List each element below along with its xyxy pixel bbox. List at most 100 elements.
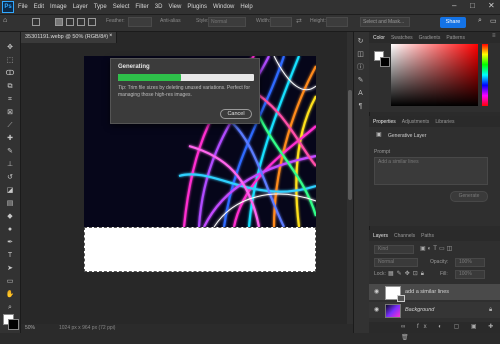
history-panel-icon[interactable]: ↻ [357, 38, 364, 45]
lasso-tool-icon[interactable]: ↀ [5, 70, 15, 78]
brush-tool-icon[interactable]: ✎ [5, 148, 15, 156]
generate-button[interactable]: Generate [450, 191, 488, 202]
document-info[interactable]: 1024 px x 964 px (72 ppi) [59, 324, 115, 333]
menu-window[interactable]: Window [213, 4, 234, 10]
add-selection-icon[interactable] [66, 18, 74, 26]
healing-brush-icon[interactable]: ✚ [5, 135, 15, 143]
info-panel-icon[interactable]: ⓘ [357, 64, 364, 71]
hue-slider[interactable] [482, 44, 488, 106]
menu-view[interactable]: View [168, 4, 181, 10]
prompt-label: Prompt [374, 149, 391, 155]
tab-patterns[interactable]: Patterns [446, 35, 465, 41]
new-selection-icon[interactable] [55, 18, 63, 26]
pen-tool-icon[interactable]: ✒ [5, 239, 15, 247]
dodge-tool-icon[interactable]: ● [5, 226, 15, 234]
menu-plugins[interactable]: Plugins [187, 4, 207, 10]
eraser-tool-icon[interactable]: ◪ [5, 187, 15, 195]
shape-tool-icon[interactable]: ▭ [5, 278, 15, 286]
close-tab-icon[interactable]: × [109, 33, 113, 39]
progress-fill [118, 74, 181, 81]
menu-image[interactable]: Image [50, 4, 67, 10]
minimize-icon[interactable]: – [452, 1, 456, 10]
menu-file[interactable]: File [18, 4, 28, 10]
workspace-icon[interactable]: ▭ [490, 17, 497, 25]
crop-tool-icon[interactable]: ⌗ [5, 96, 15, 104]
paragraph-panel-icon[interactable]: ¶ [357, 103, 364, 110]
opacity-input[interactable]: 100% [455, 258, 485, 267]
color-picker-field[interactable] [391, 44, 478, 106]
object-select-tool-icon[interactable]: ⧉ [5, 83, 15, 91]
marquee-tool-icon[interactable]: ⬚ [5, 57, 15, 65]
zoom-tool-icon[interactable]: ⌕ [5, 304, 15, 312]
layer-row-generative[interactable]: ◉ add a similar lines [369, 284, 500, 302]
visibility-eye-icon[interactable]: ◉ [374, 302, 379, 318]
menu-edit[interactable]: Edit [34, 4, 44, 10]
menu-select[interactable]: Select [113, 4, 130, 10]
feather-input[interactable] [128, 17, 152, 27]
tab-properties[interactable]: Properties [373, 119, 396, 125]
height-input[interactable] [326, 17, 348, 27]
menu-help[interactable]: Help [240, 4, 252, 10]
clone-stamp-icon[interactable]: ⊥ [5, 161, 15, 169]
tab-channels[interactable]: Channels [394, 233, 415, 239]
frame-tool-icon[interactable]: ⊠ [5, 109, 15, 117]
layers-footer-icons[interactable]: ∞ fx ◐ ▢ ▣ ✚ 🗑︎ [369, 322, 500, 341]
anti-alias-checkbox[interactable]: Anti-alias [160, 18, 181, 24]
tab-color[interactable]: Color [373, 35, 385, 41]
tab-adjustments[interactable]: Adjustments [402, 119, 430, 125]
share-button[interactable]: Share [440, 17, 466, 28]
select-and-mask-button[interactable]: Select and Mask... [360, 17, 410, 27]
type-tool-icon[interactable]: T [5, 252, 15, 260]
scrollbar-thumb[interactable] [348, 90, 352, 200]
width-input[interactable] [270, 17, 292, 27]
layer-row-background[interactable]: ◉ Background 🔒︎ [369, 302, 500, 318]
hand-tool-icon[interactable]: ✋ [5, 291, 15, 299]
maximize-icon[interactable]: □ [470, 1, 475, 10]
width-label: Width: [256, 18, 271, 24]
path-select-icon[interactable]: ➤ [5, 265, 15, 273]
tab-swatches[interactable]: Swatches [391, 35, 413, 41]
panel-menu-icon[interactable]: ≡ [492, 33, 496, 39]
tab-layers[interactable]: Layers [373, 233, 388, 239]
background-color-swatch[interactable] [8, 319, 19, 330]
menu-layer[interactable]: Layer [73, 4, 88, 10]
layer-name[interactable]: add a similar lines [405, 284, 449, 300]
swap-icon[interactable]: ⇄ [296, 17, 302, 25]
background-color-box[interactable] [380, 57, 390, 67]
tab-libraries[interactable]: Libraries [435, 119, 454, 125]
generating-dialog: Generating Tip: Trim file sizes by delet… [110, 58, 260, 124]
cancel-button[interactable]: Cancel [220, 109, 252, 119]
eyedropper-tool-icon[interactable]: ⟋ [5, 122, 15, 130]
tab-gradients[interactable]: Gradients [419, 35, 441, 41]
blur-tool-icon[interactable]: ◆ [5, 213, 15, 221]
history-brush-icon[interactable]: ↺ [5, 174, 15, 182]
search-icon[interactable]: ⌕ [478, 17, 482, 25]
style-select[interactable]: Normal [208, 17, 246, 27]
marquee-tool-icon[interactable] [32, 18, 40, 26]
character-panel-icon[interactable]: A [357, 90, 364, 97]
menu-type[interactable]: Type [94, 4, 107, 10]
move-tool-icon[interactable]: ✥ [5, 44, 15, 52]
layer-name[interactable]: Background [405, 302, 434, 318]
tab-paths[interactable]: Paths [421, 233, 434, 239]
document-tab[interactable]: 35301191.webp @ 50% (RGB/8#) * [21, 32, 117, 43]
brushes-panel-icon[interactable]: ✎ [357, 77, 364, 84]
menu-filter[interactable]: Filter [135, 4, 148, 10]
home-icon[interactable]: ⌂ [3, 17, 7, 24]
close-window-icon[interactable]: ✕ [488, 1, 495, 10]
generative-fill-selection[interactable] [84, 227, 316, 272]
gradient-tool-icon[interactable]: ▤ [5, 200, 15, 208]
navigator-panel-icon[interactable]: ◫ [357, 51, 364, 58]
prompt-input[interactable]: Add a similar lines [374, 157, 488, 185]
layer-filter-icons[interactable]: ▣◐T▭◫ [420, 245, 454, 252]
feather-label: Feather: [106, 18, 125, 24]
visibility-eye-icon[interactable]: ◉ [374, 284, 379, 300]
layer-filter-kind[interactable]: Kind [374, 245, 414, 254]
fill-input[interactable]: 100% [455, 270, 485, 279]
menu-3d[interactable]: 3D [155, 4, 163, 10]
intersect-selection-icon[interactable] [88, 18, 96, 26]
zoom-level[interactable]: 50% [25, 324, 35, 333]
subtract-selection-icon[interactable] [77, 18, 85, 26]
blend-mode-select[interactable]: Normal [374, 258, 418, 267]
lock-icons[interactable]: ▦✎✥⊡🔒︎ [388, 270, 427, 278]
